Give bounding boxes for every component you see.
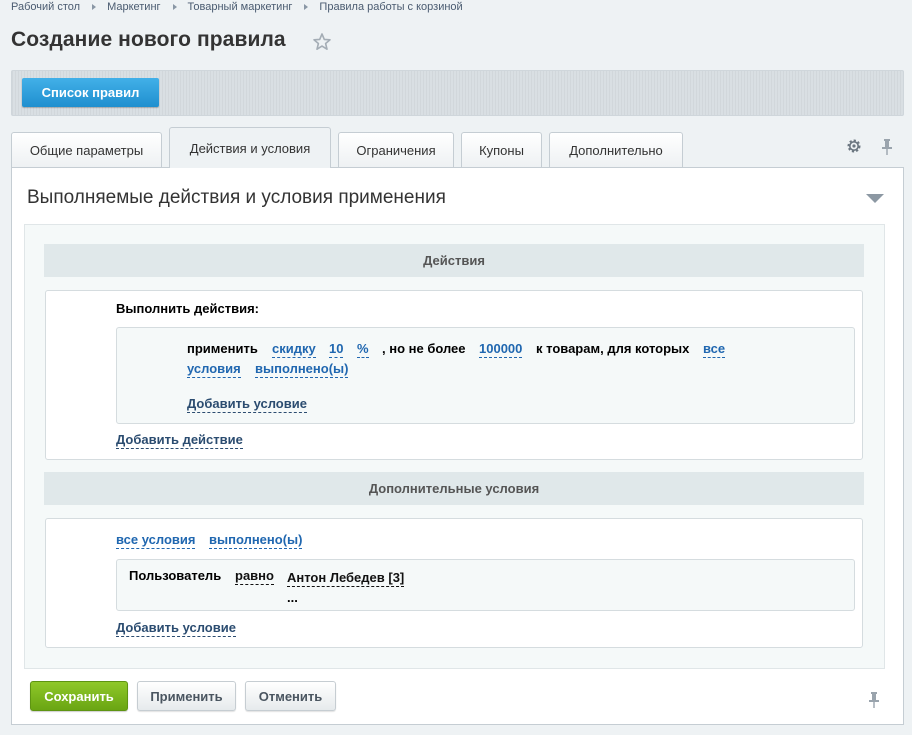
extra-all-conditions-link[interactable]: все условия [116,532,196,549]
discount-value-link[interactable]: 10 [329,341,344,358]
actions-header: Действия [44,244,864,277]
tab-coupons[interactable]: Купоны [461,132,542,167]
rules-list-button[interactable]: Список правил [22,78,159,107]
apply-text: применить [187,341,258,356]
all-conditions-link-part1[interactable]: все [703,341,726,358]
breadcrumb-separator-icon [92,4,97,10]
tab-general[interactable]: Общие параметры [11,132,162,167]
breadcrumb-item-product-marketing[interactable]: Товарный маркетинг [188,1,293,13]
cancel-button[interactable]: Отменить [245,681,336,711]
save-button[interactable]: Сохранить [30,681,128,711]
favorite-star-icon[interactable] [312,32,332,52]
breadcrumb-item-desktop[interactable]: Рабочий стол [11,1,80,13]
apply-button[interactable]: Применить [137,681,236,711]
condition-more-text[interactable]: ... [287,590,298,605]
section-title: Выполняемые действия и условия применени… [27,187,446,208]
add-action-link[interactable]: Добавить действие [116,432,243,449]
condition-user-value-link[interactable]: Антон Лебедев [3] [287,570,405,587]
page-title: Создание нового правила [11,28,286,51]
breadcrumb-separator-icon [172,4,177,10]
discount-type-link[interactable]: скидку [272,341,316,358]
discount-unit-link[interactable]: % [357,341,369,358]
breadcrumb-item-cart-rules[interactable]: Правила работы с корзиной [319,1,462,13]
condition-operator-link[interactable]: равно [235,568,274,585]
user-condition-label: Пользователь [129,568,222,583]
conditions-done-link[interactable]: выполнено(ы) [255,361,349,378]
pin-icon[interactable] [880,138,894,156]
pin-footer-icon[interactable] [867,691,881,709]
tab-additional[interactable]: Дополнительно [549,132,683,167]
collapse-triangle-icon[interactable] [866,194,884,203]
max-discount-link[interactable]: 100000 [479,341,523,358]
add-condition-link[interactable]: Добавить условие [187,396,307,413]
user-condition-box [116,559,855,611]
actions-label: Выполнить действия: [116,301,259,316]
to-goods-text: к товарам, для которых [536,341,690,356]
but-not-more-text: , но не более [382,341,466,356]
all-conditions-link-part2[interactable]: условия [187,361,241,378]
extra-done-link[interactable]: выполнено(ы) [209,532,303,549]
breadcrumb-separator-icon [304,4,309,10]
breadcrumb: Рабочий стол Маркетинг Товарный маркетин… [11,0,463,14]
tab-restrictions[interactable]: Ограничения [338,132,454,167]
extra-add-condition-link[interactable]: Добавить условие [116,620,236,637]
gear-icon[interactable] [846,138,862,154]
breadcrumb-item-marketing[interactable]: Маркетинг [107,1,160,13]
extra-conditions-header: Дополнительные условия [44,472,864,505]
tab-actions-conditions[interactable]: Действия и условия [169,127,331,168]
